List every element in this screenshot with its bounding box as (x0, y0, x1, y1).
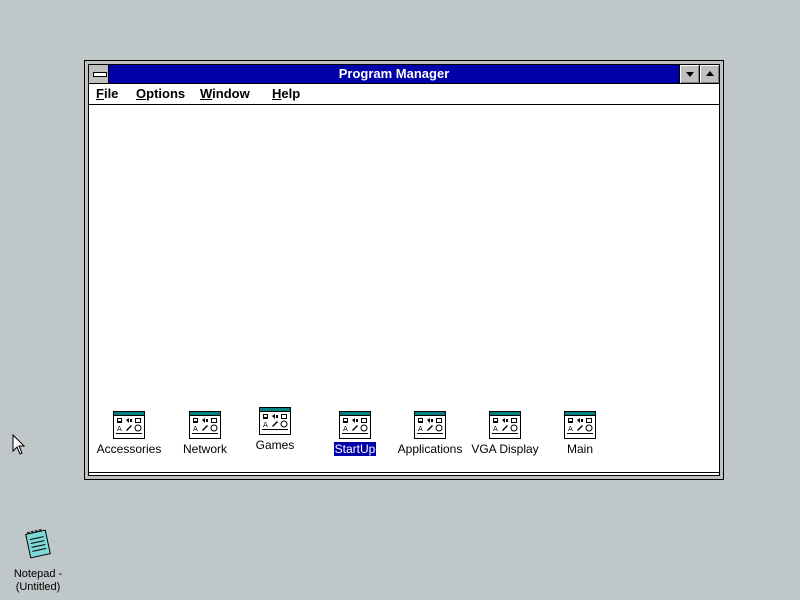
notepad-label-line1: Notepad - (13, 568, 63, 580)
group-label: Accessories (96, 442, 162, 456)
menu-file-mnemonic: F (96, 86, 104, 101)
menu-help-label: elp (281, 86, 301, 101)
minimize-arrow-icon (686, 72, 694, 77)
group-label: Main (566, 442, 593, 456)
menu-options-label: ptions (146, 86, 186, 101)
menu-file-label: ile (103, 86, 119, 101)
menu-bar: File Options Window Help (89, 84, 719, 105)
svg-text:A: A (193, 425, 198, 433)
group-accessories[interactable]: A Accessories (87, 411, 171, 458)
svg-text:A: A (493, 425, 498, 433)
group-label: VGA Display (471, 442, 539, 456)
program-group-icon: A (113, 411, 145, 439)
program-manager-client-area[interactable]: A Accessories A Network A Games A StartU… (89, 105, 719, 475)
program-group-icon: A (564, 411, 596, 439)
svg-text:A: A (343, 425, 348, 433)
title-bar[interactable]: Program Manager (89, 65, 719, 84)
program-group-icon: A (339, 411, 371, 439)
program-manager-window[interactable]: Program Manager File Options Window Help (84, 60, 724, 480)
desktop-notepad-icon[interactable]: Notepad - (Untitled) (4, 528, 72, 594)
system-menu-button[interactable] (89, 65, 109, 83)
notepad-label-line2: (Untitled) (15, 581, 61, 593)
group-vga-display[interactable]: A VGA Display (463, 411, 547, 458)
menu-options-mnemonic: O (136, 86, 147, 101)
system-menu-icon (93, 72, 107, 77)
menu-options[interactable]: Options (136, 84, 185, 104)
group-label: Network (182, 442, 227, 456)
group-applications[interactable]: A Applications (388, 411, 472, 458)
group-startup[interactable]: A StartUp (313, 411, 397, 458)
notepad-icon (25, 528, 51, 559)
group-label: Games (255, 438, 295, 452)
svg-text:A: A (117, 425, 122, 433)
window-title: Program Manager (338, 66, 450, 81)
menu-window-mnemonic: W (200, 86, 213, 101)
svg-text:A: A (568, 425, 573, 433)
mouse-pointer-icon (12, 434, 26, 455)
menu-window[interactable]: Window (200, 84, 250, 104)
group-label: Applications (397, 442, 463, 456)
program-group-icon: A (259, 407, 291, 435)
minimize-button[interactable] (679, 65, 699, 83)
group-label: StartUp (333, 442, 377, 456)
window-frame: Program Manager File Options Window Help (88, 64, 720, 476)
program-group-icon: A (414, 411, 446, 439)
program-group-icon: A (189, 411, 221, 439)
maximize-button[interactable] (699, 65, 719, 83)
window-bottom-edge (89, 472, 719, 475)
group-games[interactable]: A Games (233, 407, 317, 454)
svg-text:A: A (263, 421, 268, 429)
maximize-arrow-icon (706, 71, 714, 76)
menu-help[interactable]: Help (272, 84, 300, 104)
svg-text:A: A (418, 425, 423, 433)
menu-file[interactable]: File (96, 84, 118, 104)
group-main[interactable]: A Main (538, 411, 622, 458)
program-group-icon: A (489, 411, 521, 439)
menu-window-label: indow (212, 86, 250, 101)
menu-help-mnemonic: H (272, 86, 282, 101)
